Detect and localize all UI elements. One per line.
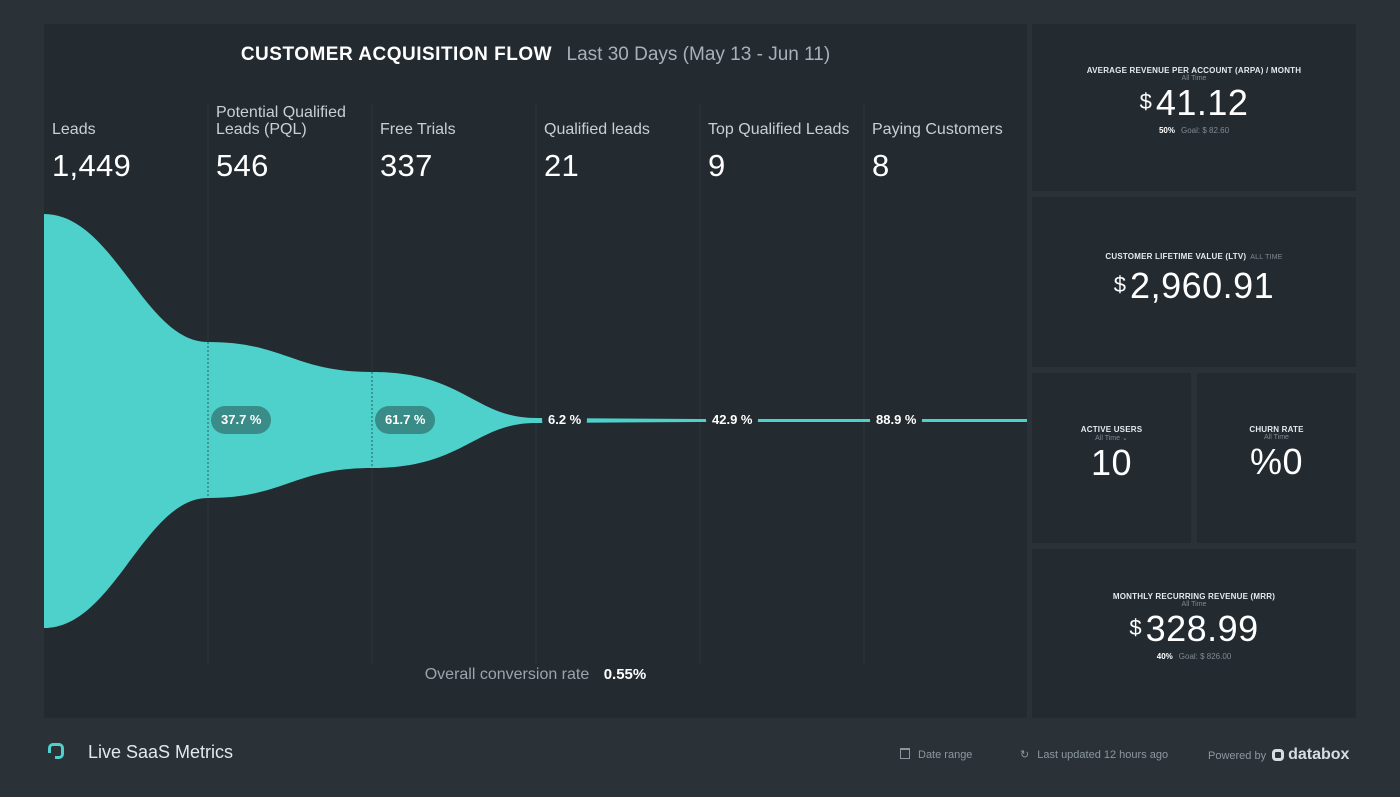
card-subtitle: All Time bbox=[1250, 254, 1283, 261]
active-users-card[interactable]: ACTIVE USERS All Time ⌄ 10 bbox=[1032, 373, 1191, 543]
goal-percent: 40% bbox=[1156, 652, 1173, 661]
card-title-row: CUSTOMER LIFETIME VALUE (LTV) All Time bbox=[1032, 252, 1356, 261]
overall-conversion-label: Overall conversion rate bbox=[424, 666, 590, 683]
stage-value: 1,449 bbox=[52, 148, 132, 183]
card-subtitle: All Time bbox=[1181, 601, 1207, 608]
card-title: ACTIVE USERS bbox=[1080, 425, 1143, 434]
powered-by[interactable]: Powered by databox bbox=[1208, 746, 1349, 764]
card-value-row: $41.12 bbox=[1032, 82, 1356, 124]
stage-value: 21 bbox=[544, 148, 580, 183]
brand-name: databox bbox=[1288, 746, 1350, 763]
card-value-row: 10 bbox=[1032, 442, 1191, 484]
conversion-rate-badge: 88.9 % bbox=[870, 410, 923, 430]
currency-symbol: $ bbox=[1129, 615, 1142, 640]
card-title: AVERAGE REVENUE PER ACCOUNT (ARPA) / MON… bbox=[1086, 66, 1302, 75]
calendar-icon bbox=[900, 748, 910, 759]
conversion-rate-badge: 42.9 % bbox=[706, 410, 759, 430]
card-subtitle: All Time bbox=[1181, 75, 1207, 82]
overall-conversion-value: 0.55% bbox=[603, 666, 647, 683]
stage-leads: Leads 1,449 bbox=[52, 92, 212, 184]
stage-label: Potential Qualified Leads (PQL) bbox=[216, 104, 346, 138]
card-value: 2,960.91 bbox=[1130, 265, 1275, 306]
conversion-rate-badge: 37.7 % bbox=[211, 406, 272, 434]
dashboard-name: Live SaaS Metrics bbox=[88, 742, 234, 762]
stage-value: 337 bbox=[380, 148, 433, 183]
card-value-row: %0 bbox=[1197, 441, 1356, 483]
mrr-card[interactable]: MONTHLY RECURRING REVENUE (MRR) All Time… bbox=[1032, 549, 1356, 718]
arpa-card[interactable]: AVERAGE REVENUE PER ACCOUNT (ARPA) / MON… bbox=[1032, 24, 1356, 191]
card-title: CHURN RATE bbox=[1249, 425, 1304, 434]
stage-label: Paying Customers bbox=[872, 121, 1003, 138]
powered-by-label: Powered by bbox=[1208, 750, 1267, 762]
date-range-button[interactable]: Date range bbox=[900, 748, 972, 761]
card-value: 41.12 bbox=[1155, 82, 1249, 123]
last-updated-label: Last updated 12 hours ago bbox=[1037, 749, 1169, 761]
card-title: CUSTOMER LIFETIME VALUE (LTV) bbox=[1105, 252, 1247, 261]
stage-pql: Potential Qualified Leads (PQL) 546 bbox=[216, 92, 376, 184]
currency-symbol: $ bbox=[1139, 89, 1152, 114]
refresh-icon: ↻ bbox=[1020, 749, 1030, 761]
goal-text: Goal: $ 82.60 bbox=[1180, 126, 1230, 135]
chevron-down-icon[interactable]: ⌄ bbox=[1122, 435, 1128, 442]
card-value: %0 bbox=[1249, 441, 1304, 482]
customer-acquisition-flow-panel: CUSTOMER ACQUISITION FLOW Last 30 Days (… bbox=[44, 24, 1027, 718]
footer: Live SaaS Metrics Date range ↻ Last updat… bbox=[0, 728, 1400, 788]
card-value-row: $2,960.91 bbox=[1032, 265, 1356, 307]
card-title: MONTHLY RECURRING REVENUE (MRR) bbox=[1112, 592, 1276, 601]
stage-value: 546 bbox=[216, 148, 269, 183]
conversion-rate-badge: 61.7 % bbox=[375, 406, 436, 434]
stage-label: Top Qualified Leads bbox=[708, 121, 850, 138]
conversion-rate-badge: 6.2 % bbox=[542, 410, 588, 430]
card-subtitle: All Time bbox=[1264, 434, 1289, 441]
ltv-card[interactable]: CUSTOMER LIFETIME VALUE (LTV) All Time $2… bbox=[1032, 197, 1356, 367]
databox-logo-icon bbox=[47, 743, 64, 760]
goal-text: Goal: $ 826.00 bbox=[1178, 652, 1232, 661]
stage-qualified-leads: Qualified leads 21 bbox=[544, 92, 704, 184]
overall-conversion: Overall conversion rate 0.55% bbox=[44, 666, 1027, 684]
card-value-row: $328.99 bbox=[1032, 608, 1356, 650]
dashboard: CUSTOMER ACQUISITION FLOW Last 30 Days (… bbox=[0, 0, 1400, 797]
churn-rate-card[interactable]: CHURN RATE All Time %0 bbox=[1197, 373, 1356, 543]
goal-row: 50% Goal: $ 82.60 bbox=[1032, 126, 1356, 135]
stage-label: Qualified leads bbox=[544, 121, 650, 138]
currency-symbol: $ bbox=[1113, 272, 1127, 297]
databox-brand-icon bbox=[1272, 749, 1285, 761]
card-subtitle: All Time bbox=[1095, 435, 1121, 442]
stage-top-qualified-leads: Top Qualified Leads 9 bbox=[708, 92, 868, 184]
card-subtitle-row[interactable]: All Time ⌄ bbox=[1032, 434, 1191, 442]
card-value: 10 bbox=[1090, 442, 1133, 483]
card-value: 328.99 bbox=[1145, 608, 1259, 649]
stage-paying-customers: Paying Customers 8 bbox=[872, 92, 1027, 184]
goal-row: 40% Goal: $ 826.00 bbox=[1032, 652, 1356, 661]
last-updated: ↻ Last updated 12 hours ago bbox=[1020, 748, 1168, 761]
stage-value: 8 bbox=[872, 148, 890, 183]
stage-label: Leads bbox=[52, 121, 96, 138]
stage-free-trials: Free Trials 337 bbox=[380, 92, 540, 184]
stage-label: Free Trials bbox=[380, 121, 456, 138]
stage-value: 9 bbox=[708, 148, 726, 183]
goal-percent: 50% bbox=[1158, 126, 1175, 135]
date-range-label: Date range bbox=[918, 749, 973, 761]
